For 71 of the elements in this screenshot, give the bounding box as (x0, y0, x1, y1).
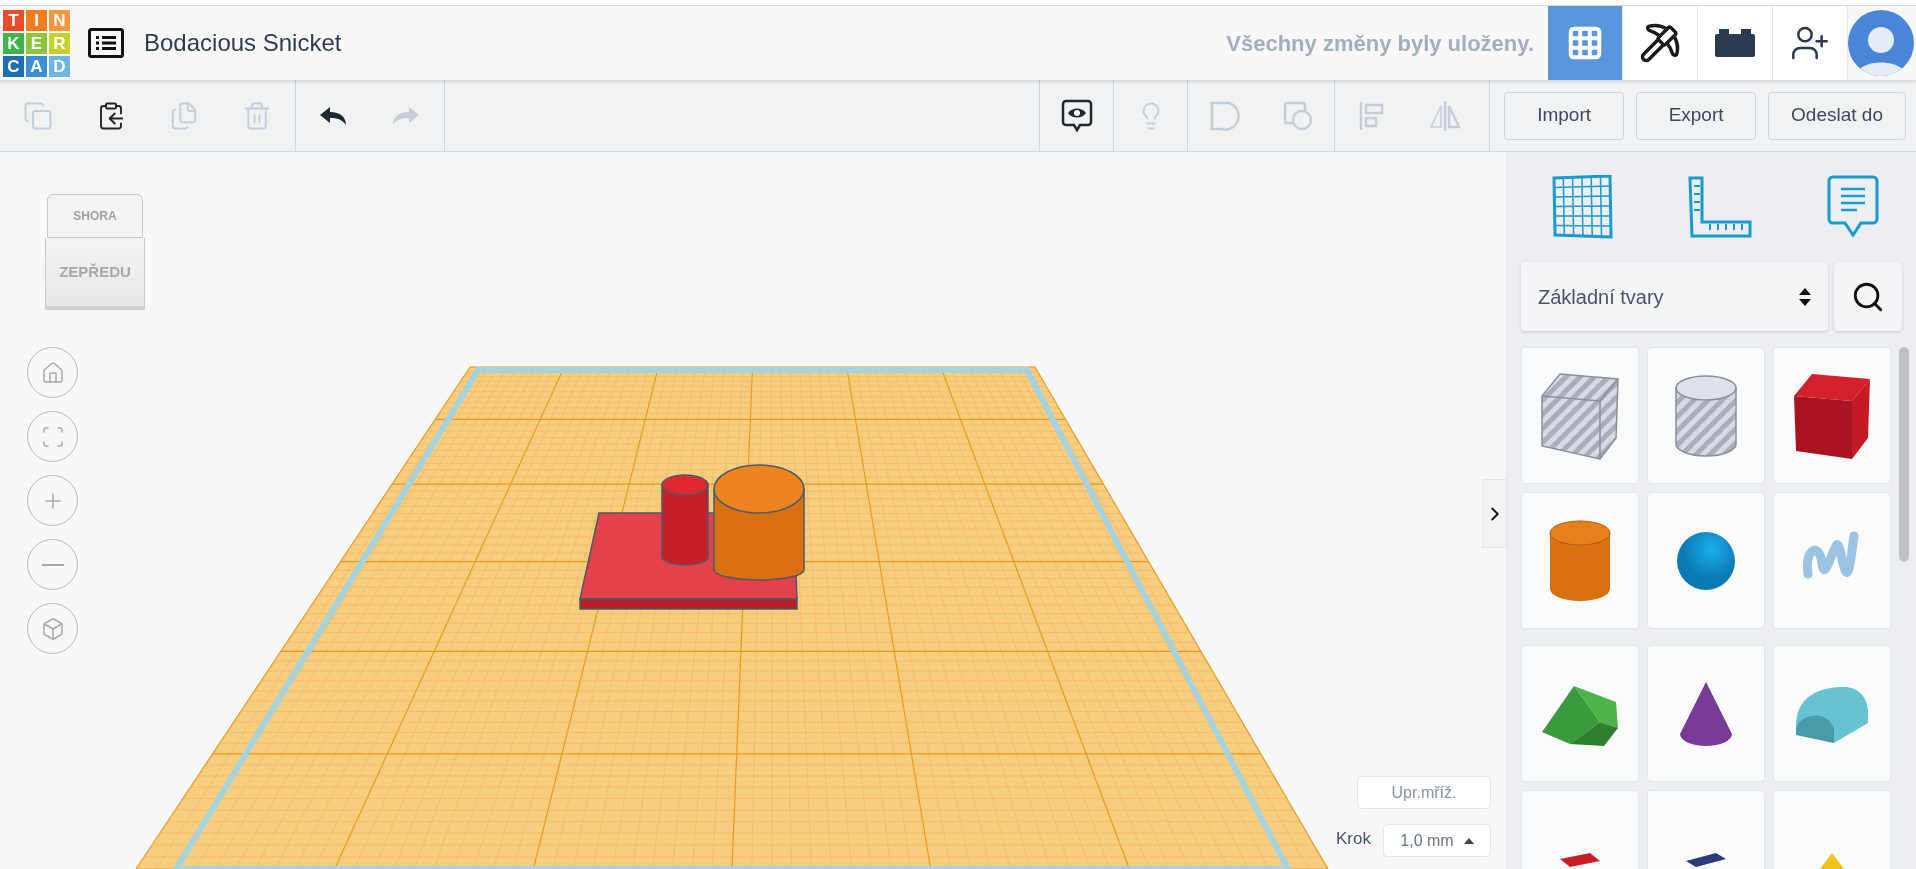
minus-icon (41, 563, 64, 566)
logo-letter: D (49, 55, 70, 77)
shape-tile[interactable] (1647, 492, 1765, 629)
wedge-shape-icon (1560, 853, 1600, 867)
grid-icon (1566, 24, 1604, 62)
pickaxe-icon (1639, 22, 1681, 64)
design-title[interactable]: Bodacious Snicket (144, 25, 342, 61)
scrollbar-thumb[interactable] (1899, 347, 1909, 562)
logo-letter: C (3, 55, 24, 77)
fit-view-icon (40, 424, 65, 449)
toolbar-text-button[interactable]: Export (1636, 91, 1757, 140)
cube-icon (40, 616, 65, 641)
small-cylinder-shape[interactable] (661, 474, 709, 566)
snap-step-select[interactable]: 1,0 mm (1383, 824, 1491, 857)
save-status: Všechny změny byly uloženy. (1226, 29, 1534, 58)
logo-letter: T (3, 9, 24, 31)
cube-front-label: ZEPŘEDU (59, 261, 131, 282)
caret-up-icon (1463, 837, 1474, 844)
logo[interactable]: T I N K E R C A D (3, 9, 70, 77)
toolbar-text-button[interactable]: Odeslat do (1768, 91, 1906, 140)
note-bubble-icon (1826, 175, 1879, 239)
shape-tile[interactable] (1773, 347, 1891, 484)
list-icon (88, 28, 124, 58)
home-icon (40, 360, 65, 385)
striped-cylinder-icon (1674, 373, 1738, 458)
large-cylinder-shape[interactable] (713, 464, 805, 581)
logo-letter: N (49, 9, 70, 31)
logo-letter: I (26, 9, 47, 31)
shape-tile[interactable] (1773, 645, 1891, 782)
collapse-panel-tab[interactable] (1482, 479, 1506, 548)
shape-category-select[interactable]: Základní tvary (1521, 262, 1828, 331)
shape-tile[interactable] (1647, 645, 1765, 782)
view-mode-button[interactable] (1698, 6, 1773, 80)
grid-plane-icon (1550, 175, 1613, 239)
snap-step-label: Krok (1336, 828, 1371, 850)
mirror-icon (1427, 99, 1462, 132)
sphere-icon (1676, 530, 1736, 591)
perspective-button[interactable] (27, 603, 78, 654)
logo-letter: K (3, 32, 24, 54)
shape-tile[interactable] (1521, 492, 1639, 629)
brick-icon (1715, 29, 1755, 57)
align-icon (1357, 99, 1386, 132)
invite-user-button[interactable] (1773, 6, 1848, 80)
shape-tile[interactable] (1773, 492, 1891, 629)
striped-box-icon (1540, 370, 1620, 461)
cylinder-icon (1548, 518, 1612, 603)
logo-letter: R (49, 32, 70, 54)
shape-tile[interactable] (1521, 645, 1639, 782)
home-view-button[interactable] (27, 347, 78, 398)
zoom-in-button[interactable] (27, 475, 78, 526)
eye-speech-bubble-icon (1060, 98, 1093, 133)
copy-icon (22, 100, 53, 131)
view-mode-button[interactable] (1623, 6, 1698, 80)
pyramid-icon (1817, 853, 1847, 869)
shape-tile[interactable] (1647, 347, 1765, 484)
search-button[interactable] (1834, 262, 1902, 331)
hole-shape-icon (1281, 99, 1314, 132)
logo-letter: E (26, 32, 47, 54)
fit-view-button[interactable] (27, 411, 78, 462)
3d-workspace[interactable]: SHORA ZEPŘEDU Upr.mříž. Krok 1,0 mm (0, 152, 1506, 869)
cube-top-label: SHORA (73, 208, 117, 225)
shape-tile[interactable] (1521, 347, 1639, 484)
ruler-icon (1687, 176, 1752, 238)
logo-letter: A (26, 55, 47, 77)
design-list-button[interactable] (88, 28, 124, 58)
solid-shape-icon (1208, 99, 1241, 132)
slab-shape-icon (1686, 853, 1726, 867)
zoom-out-button[interactable] (27, 539, 78, 590)
redo-arrow-icon (390, 104, 421, 127)
toolbar-text-button[interactable]: Import (1504, 91, 1625, 140)
sort-arrows-icon (1799, 286, 1811, 307)
